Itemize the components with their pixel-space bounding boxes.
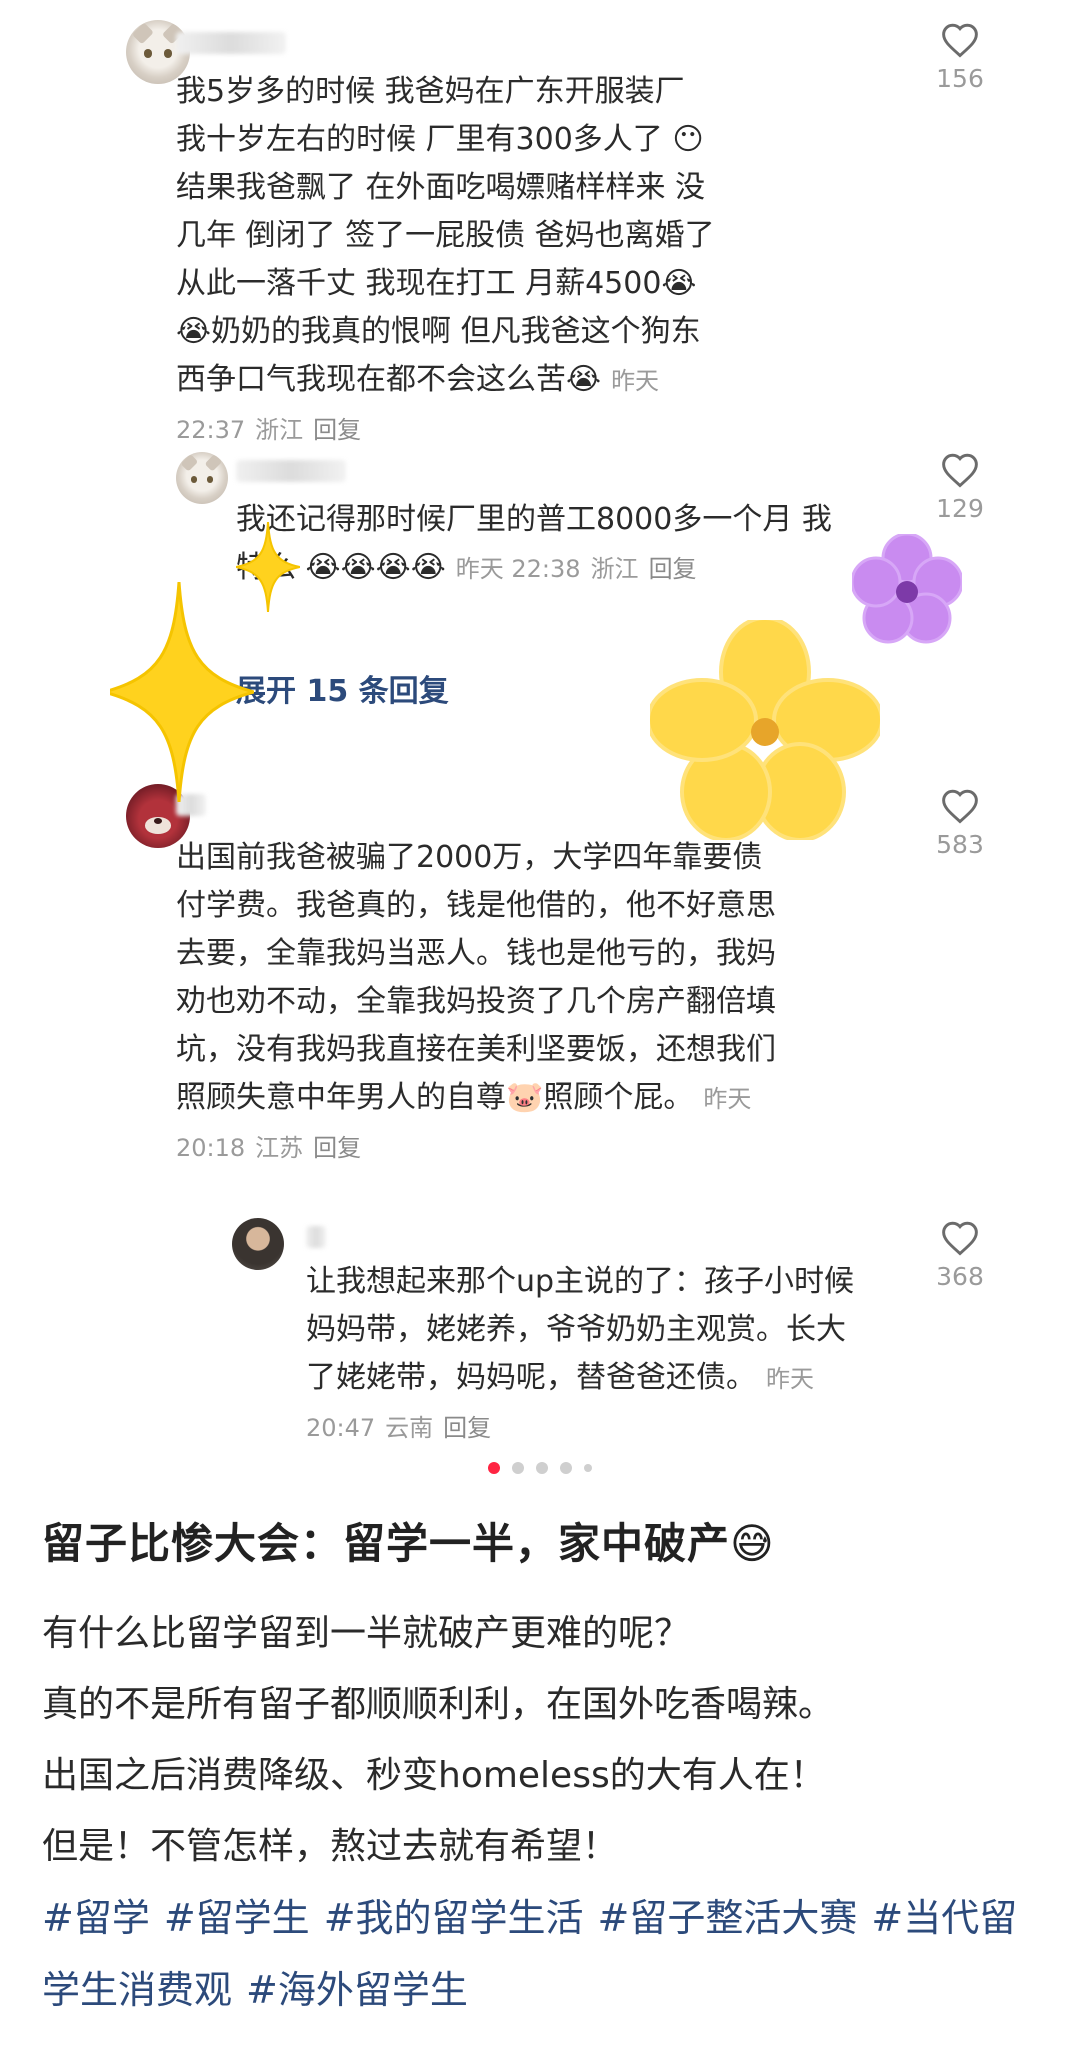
post-body: 有什么比留学留到一半就破产更难的呢？ 真的不是所有留子都顺顺利利，在国外吃香喝辣… — [42, 1598, 1042, 1882]
username-blurred — [306, 1226, 326, 1248]
like-button[interactable]: 583 — [925, 788, 995, 859]
reply-button[interactable]: 回复 — [313, 1134, 361, 1162]
post-title: 留子比惨大会：留学一半，家中破产😅 — [42, 1519, 775, 1568]
heart-outline-icon — [942, 789, 978, 824]
reply-button[interactable]: 回复 — [443, 1414, 491, 1442]
page-dot[interactable] — [560, 1462, 572, 1474]
post-line: 有什么比留学留到一半就破产更难的呢？ — [42, 1613, 691, 1654]
flower-icon — [650, 620, 880, 840]
reply-button[interactable]: 回复 — [649, 555, 697, 583]
username-blurred — [236, 460, 346, 482]
image-pagination[interactable] — [0, 1460, 1080, 1476]
like-count: 583 — [936, 830, 984, 859]
hashtag-link[interactable]: #留学生 — [164, 1896, 310, 1940]
reply-button[interactable]: 回复 — [313, 416, 361, 444]
like-button[interactable]: 129 — [925, 452, 995, 523]
comment-text: 让我想起来那个up主说的了：孩子小时候妈妈带，姥姥养，爷爷奶奶主观赏。长大了姥姥… — [306, 1264, 855, 1442]
heart-outline-icon — [942, 453, 978, 488]
sparkle-star-icon — [110, 582, 254, 802]
like-count: 129 — [936, 494, 984, 523]
like-button[interactable]: 368 — [925, 1220, 995, 1291]
comment-text: 我还记得那时候厂里的普工8000多一个月 我特么 😭😭😭😭 昨天 22:38 浙江回… — [236, 502, 832, 585]
hashtag-list: #留学 #留学生 #我的留学生活 #留子整活大赛 #当代留学生消费观 #海外留学生 — [42, 1882, 1042, 2026]
flower-icon — [852, 534, 962, 644]
heart-outline-icon — [942, 1221, 978, 1256]
expand-replies-link[interactable]: 展开 15 条回复 — [236, 666, 449, 710]
comment-meta: 昨天 22:38 浙江 回复 — [455, 555, 697, 583]
page-dot[interactable] — [536, 1462, 548, 1474]
hashtag-link[interactable]: #留学 — [42, 1896, 150, 1940]
hashtag-link[interactable]: #我的留学生活 — [324, 1896, 584, 1940]
hashtag-link[interactable]: #留子整活大赛 — [598, 1896, 858, 1940]
comment-text: 出国前我爸被骗了2000万，大学四年靠要债付学费。我爸真的，钱是他借的，他不好意… — [176, 840, 776, 1162]
post-line: 但是！不管怎样，熬过去就有希望！ — [42, 1826, 619, 1867]
hashtag-link[interactable]: #海外留学生 — [246, 1968, 468, 2012]
post-line: 真的不是所有留子都顺顺利利，在国外吃香喝辣。 — [42, 1684, 835, 1725]
comment-text: 我5岁多的时候 我爸妈在广东开服装厂 我十岁左右的时候 厂里有300多人了 😶 … — [176, 74, 715, 444]
username-blurred — [176, 32, 286, 54]
avatar[interactable] — [176, 452, 228, 504]
post-line: 出国之后消费降级、秒变homeless的大有人在！ — [42, 1755, 826, 1796]
like-count: 156 — [936, 64, 984, 93]
like-count: 368 — [936, 1262, 984, 1291]
page-dot[interactable] — [512, 1462, 524, 1474]
avatar[interactable] — [232, 1218, 284, 1270]
page-dot[interactable] — [584, 1464, 592, 1472]
sparkle-star-icon — [236, 522, 300, 612]
heart-outline-icon — [942, 23, 978, 58]
page-dot-active[interactable] — [488, 1462, 500, 1474]
like-button[interactable]: 156 — [925, 22, 995, 93]
comment-screenshot: 我5岁多的时候 我爸妈在广东开服装厂 我十岁左右的时候 厂里有300多人了 😶 … — [110, 0, 1000, 1460]
